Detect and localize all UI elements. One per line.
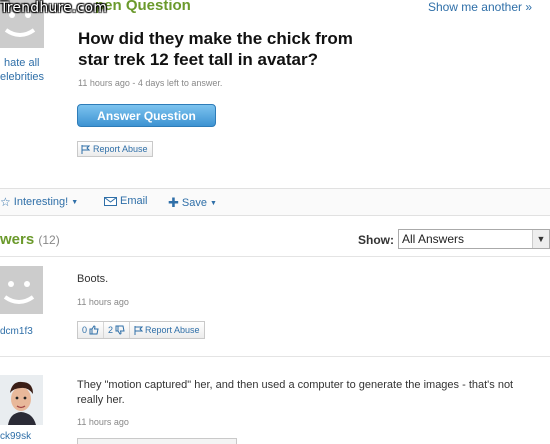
answer-vote-bar-partial — [77, 438, 237, 444]
question-title: How did they make the chick from star tr… — [78, 29, 353, 69]
thumbs-down-button[interactable]: 2 — [104, 322, 131, 338]
answer-meta: 11 hours ago — [77, 417, 129, 427]
watermark-text: Trendhure.com — [0, 0, 108, 16]
answers-heading-label: wers — [0, 231, 35, 248]
email-button[interactable]: Email — [104, 195, 148, 207]
answer-avatar[interactable] — [0, 375, 43, 425]
answer-report-abuse-button[interactable]: Report Abuse — [130, 322, 204, 338]
star-icon: ☆ — [0, 195, 11, 209]
thumbs-down-count: 2 — [108, 325, 114, 335]
answer-question-button[interactable]: Answer Question — [77, 104, 216, 127]
save-button[interactable]: ✚ Save ▼ — [168, 195, 217, 211]
save-label: Save — [181, 197, 207, 209]
open-question-heading: pen Question — [95, 0, 191, 14]
answer-vote-bar: 0 2 Report Abuse — [77, 321, 205, 339]
report-abuse-label: Report Abuse — [93, 144, 148, 154]
question-toolbar: ☆ Interesting! ▼ Email ✚ Save ▼ — [0, 188, 550, 216]
chevron-down-icon: ▼ — [532, 230, 549, 248]
flag-icon — [81, 144, 90, 154]
answer-avatar[interactable] — [0, 266, 43, 314]
default-avatar-icon — [0, 266, 43, 314]
divider — [0, 356, 550, 357]
interesting-button[interactable]: ☆ Interesting! ▼ — [0, 195, 78, 209]
user-photo-avatar-icon — [0, 375, 43, 425]
answer-filter-select[interactable]: All Answers ▼ — [398, 229, 550, 249]
answer-filter-value: All Answers — [402, 232, 465, 246]
email-label: Email — [120, 195, 148, 207]
thumbs-down-icon — [115, 325, 125, 335]
asker-name[interactable]: hate all elebrities — [0, 56, 44, 84]
chevron-down-icon: ▼ — [209, 199, 217, 207]
thumbs-up-icon — [89, 325, 99, 335]
answerer-name[interactable]: dcm1f3 — [0, 326, 33, 337]
answer-report-abuse-label: Report Abuse — [145, 325, 200, 335]
thumbs-up-count: 0 — [82, 325, 88, 335]
asker-name-line1: hate all — [4, 57, 40, 69]
divider — [0, 256, 550, 257]
answerer-name[interactable]: ck99sk — [0, 431, 31, 442]
answer-meta: 11 hours ago — [77, 297, 129, 307]
asker-name-line2: elebrities — [0, 71, 45, 83]
report-abuse-button[interactable]: Report Abuse — [77, 141, 153, 157]
plus-icon: ✚ — [168, 195, 179, 210]
answer-text: They "motion captured" her, and then use… — [77, 379, 514, 406]
envelope-icon — [104, 196, 117, 206]
interesting-label: Interesting! — [13, 196, 69, 208]
answer-text: Boots. — [77, 273, 109, 285]
question-meta: 11 hours ago - 4 days left to answer. — [78, 78, 223, 88]
answers-heading: wers (12) — [0, 231, 60, 248]
show-another-link[interactable]: Show me another » — [428, 0, 532, 14]
flag-icon — [134, 325, 144, 335]
show-filter-label: Show: — [358, 233, 394, 247]
answers-count: (12) — [38, 233, 60, 247]
chevron-down-icon: ▼ — [71, 198, 79, 206]
thumbs-up-button[interactable]: 0 — [78, 322, 105, 338]
